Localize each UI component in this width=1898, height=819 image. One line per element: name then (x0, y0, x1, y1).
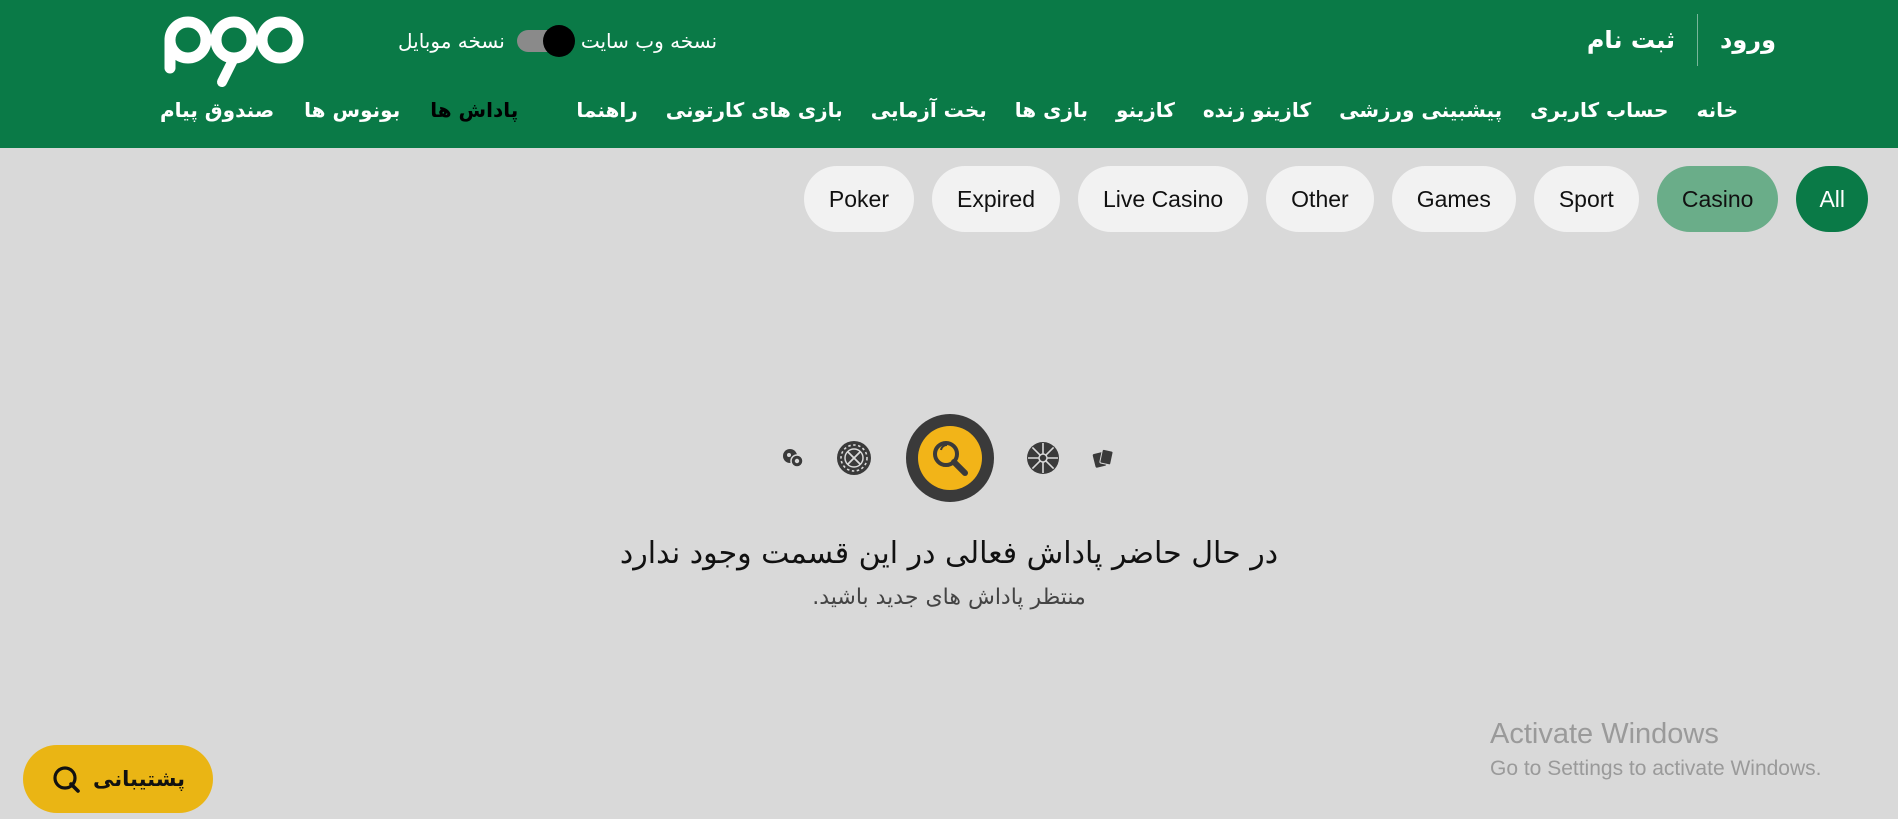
empty-state-icons (776, 414, 1122, 502)
nav-live-casino[interactable]: کازینو زنده (1203, 98, 1311, 122)
cards-icon (1092, 448, 1114, 468)
support-label: پشتیبانی (93, 767, 185, 791)
main-nav: خانه حساب کاربری پیشبینی ورزشی کازینو زن… (576, 98, 1738, 122)
watermark-subtitle: Go to Settings to activate Windows. (1490, 757, 1822, 780)
reward-filter-chips: All Casino Sport Games Other Live Casino… (803, 166, 1868, 232)
empty-state-title: در حال حاضر پاداش فعالی در این قسمت وجود… (619, 536, 1279, 571)
windows-activation-watermark: Activate Windows Go to Settings to activ… (1490, 718, 1822, 781)
nav-home[interactable]: خانه (1696, 98, 1738, 122)
top-header: نسخه موبایل نسخه وب سایت ورود ثبت نام خا… (0, 0, 1898, 148)
roulette-icon (837, 441, 871, 475)
search-badge (906, 414, 994, 502)
filter-chip-all[interactable]: All (1796, 166, 1868, 232)
switch-knob (542, 25, 575, 57)
empty-state-subtitle: منتظر پاداش های جدید باشید. (812, 585, 1086, 610)
version-switch[interactable] (516, 25, 575, 57)
nav-rewards[interactable]: پاداش ها (430, 98, 518, 122)
web-version-label: نسخه وب سایت (580, 29, 718, 53)
balls-icon (783, 449, 804, 468)
register-link[interactable]: ثبت نام (1587, 26, 1675, 54)
site-logo[interactable] (162, 10, 306, 90)
login-link[interactable]: ورود (1720, 26, 1776, 54)
search-badge-inner (918, 426, 982, 490)
nav-help[interactable]: راهنما (576, 98, 637, 122)
filter-chip-sport[interactable]: Sport (1533, 166, 1639, 232)
chat-icon (53, 766, 80, 793)
nav-inbox[interactable]: صندوق پیام (160, 98, 274, 122)
filter-chip-casino[interactable]: Casino (1656, 166, 1779, 232)
filter-chip-other[interactable]: Other (1266, 166, 1374, 232)
nav-cartoon-games[interactable]: بازی های کارتونی (666, 98, 843, 122)
auth-divider (1697, 14, 1699, 66)
version-toggle: نسخه موبایل نسخه وب سایت (398, 24, 717, 58)
nav-casino[interactable]: کازینو (1116, 98, 1175, 122)
nav-sports-betting[interactable]: پیشبینی ورزشی (1339, 98, 1502, 122)
auth-links: ورود ثبت نام (1587, 14, 1776, 66)
nav-bonuses[interactable]: بونوس ها (304, 98, 400, 122)
filter-chip-live-casino[interactable]: Live Casino (1077, 166, 1249, 232)
filter-chip-expired[interactable]: Expired (932, 166, 1060, 232)
mobile-version-label: نسخه موبایل (398, 29, 505, 53)
nav-games[interactable]: بازی ها (1015, 98, 1088, 122)
watermark-title: Activate Windows (1490, 718, 1719, 750)
nav-account[interactable]: حساب کاربری (1530, 98, 1668, 122)
wheel-icon (1027, 442, 1059, 474)
secondary-nav: صندوق پیام بونوس ها پاداش ها (160, 98, 518, 122)
search-icon (933, 441, 968, 476)
filter-chip-games[interactable]: Games (1391, 166, 1516, 232)
filter-chip-poker[interactable]: Poker (803, 166, 914, 232)
nav-lottery[interactable]: بخت آزمایی (871, 98, 987, 122)
support-button[interactable]: پشتیبانی (23, 745, 213, 813)
